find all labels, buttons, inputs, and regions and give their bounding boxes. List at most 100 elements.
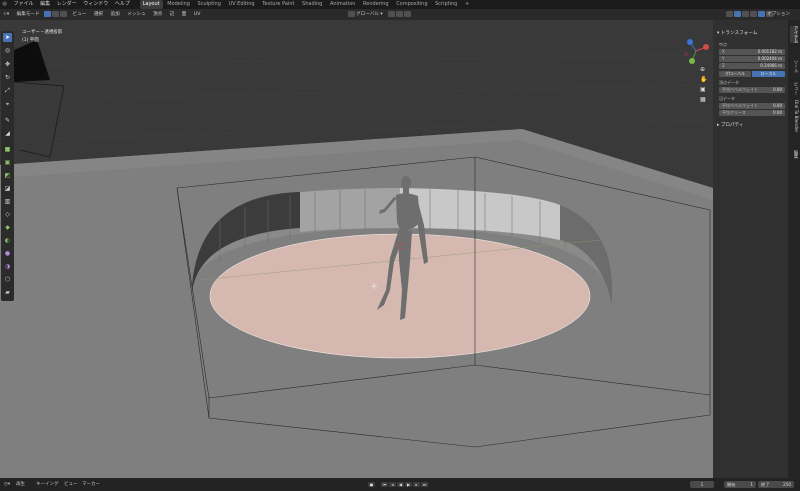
transform-tool-icon[interactable]: ⌖ <box>3 100 12 109</box>
menu-select[interactable]: 選択 <box>91 9 106 20</box>
vertex-select-icon[interactable] <box>44 10 52 17</box>
menu-add[interactable]: 追加 <box>107 9 122 20</box>
end-frame-field[interactable]: 終了 250 <box>758 481 794 488</box>
snap-icon[interactable] <box>396 10 403 17</box>
menu-window[interactable]: ウィンドウ <box>81 0 111 9</box>
current-frame-field[interactable]: 1 <box>690 481 714 488</box>
navigation-gizmo[interactable] <box>682 37 710 65</box>
pivot-snap-group[interactable] <box>388 9 412 20</box>
camera-view-icon[interactable]: ▣ <box>700 86 706 93</box>
transform-orientation-dropdown[interactable]: グローバル ▾ <box>348 9 383 20</box>
scale-tool-icon[interactable]: ⤢ <box>3 86 12 95</box>
view-perspective-label: ユーザー・透視投影 <box>22 30 63 35</box>
proportional-edit-icon[interactable] <box>404 10 411 17</box>
move-tool-icon[interactable]: ✥ <box>3 60 12 69</box>
workspace-tab-shading[interactable]: Shading <box>299 0 325 9</box>
cursor-tool-icon[interactable]: ◎ <box>3 46 12 55</box>
3d-viewport[interactable]: ユーザー・透視投影 (1) 平面 ⊕ ✋ ▣ ▦ <box>0 20 713 478</box>
tab-tool[interactable]: ツール <box>790 60 798 73</box>
properties-panel-header[interactable]: ▸ プロパティ <box>717 122 743 128</box>
start-frame-field[interactable]: 開始 1 <box>724 481 756 488</box>
transform-panel-header[interactable]: ▾ トランスフォーム <box>717 30 757 36</box>
mode-selector[interactable]: 編集モード <box>14 9 43 20</box>
loop-cut-tool-icon[interactable]: ▥ <box>3 197 12 206</box>
jump-key-back-icon[interactable]: ◂ <box>389 482 396 487</box>
add-workspace-button[interactable]: + <box>462 0 472 9</box>
workspace-tab-layout[interactable]: Layout <box>139 0 163 9</box>
tab-item[interactable]: アイテム <box>790 26 798 44</box>
zoom-icon[interactable]: ⊕ <box>700 66 705 73</box>
workspace-tab-texture-paint[interactable]: Texture Paint <box>259 0 297 9</box>
timeline-menu-keying[interactable]: キーイング <box>36 478 59 491</box>
menu-render[interactable]: レンダー <box>54 0 79 9</box>
menu-view[interactable]: ビュー <box>70 9 90 20</box>
select-box-tool-icon[interactable]: ➤ <box>3 33 12 42</box>
record-icon[interactable]: ● <box>368 482 375 487</box>
workspace-tab-uv-editing[interactable]: UV Editing <box>226 0 258 9</box>
menu-edit[interactable]: 編集 <box>38 0 53 9</box>
face-select-icon[interactable] <box>60 10 68 17</box>
workspace-tab-rendering[interactable]: Rendering <box>360 0 392 9</box>
bevel-tool-icon[interactable]: ◪ <box>3 184 12 193</box>
play-icon[interactable]: ▶ <box>405 482 412 487</box>
edge-bevel-weight-field[interactable]: 平均ベベルウェイト 0.00 <box>719 103 785 109</box>
jump-key-forward-icon[interactable]: ▸ <box>413 482 420 487</box>
timeline-menu-marker[interactable]: マーカー <box>82 478 100 491</box>
annotate-tool-icon[interactable]: ✎ <box>3 116 12 125</box>
menu-file[interactable]: ファイル <box>11 0 36 9</box>
jump-end-icon[interactable]: ⏭ <box>421 482 428 487</box>
viewport-header: ⊹▾ 編集モード ビュー 選択 追加 メッシュ 頂点 辺 面 UV グローバル … <box>0 9 800 20</box>
smooth-tool-icon[interactable]: ● <box>3 249 12 258</box>
workspace-tab-scripting[interactable]: Scripting <box>432 0 460 9</box>
menu-help[interactable]: ヘルプ <box>112 0 132 9</box>
local-toggle-button[interactable]: ローカル <box>752 71 785 77</box>
timeline-menu-view[interactable]: ビュー <box>64 478 78 491</box>
edge-crease-field[interactable]: 平均クリース 0.00 <box>719 110 785 116</box>
menu-mesh[interactable]: メッシュ <box>124 9 148 20</box>
editor-type-icon[interactable]: ⊹▾ <box>0 9 12 20</box>
pivot-icon[interactable] <box>388 10 395 17</box>
median-x-field[interactable]: X 0.001182 m <box>719 49 785 55</box>
workspace-tab-animation[interactable]: Animation <box>327 0 359 9</box>
edge-data-label: 辺データ <box>719 96 735 101</box>
median-y-field[interactable]: Y 0.002404 m <box>719 56 785 62</box>
blender-logo-icon[interactable]: ◎ <box>0 0 9 9</box>
solid-shading-icon[interactable] <box>758 10 765 17</box>
workspace-tab-sculpting[interactable]: Sculpting <box>195 0 224 9</box>
edge-slide-tool-icon[interactable]: ◑ <box>3 262 12 271</box>
options-dropdown[interactable]: オプション <box>767 9 790 20</box>
wireframe-shading-icon[interactable] <box>750 10 757 17</box>
inset-tool-icon[interactable]: ◩ <box>3 171 12 180</box>
measure-tool-icon[interactable]: ◢ <box>3 129 12 138</box>
tab-edit[interactable]: 編集 <box>790 150 798 159</box>
knife-tool-icon[interactable]: ◇ <box>3 210 12 219</box>
menu-vertex[interactable]: 頂点 <box>150 9 165 20</box>
overlays-icon[interactable] <box>734 10 741 17</box>
tab-view[interactable]: ビュー <box>790 82 798 95</box>
global-toggle-button[interactable]: グローバル <box>719 71 751 77</box>
pan-hand-icon[interactable]: ✋ <box>700 76 707 83</box>
poly-build-tool-icon[interactable]: ◆ <box>3 223 12 232</box>
menu-uv[interactable]: UV <box>191 9 204 20</box>
xray-icon[interactable] <box>742 10 749 17</box>
edge-select-icon[interactable] <box>52 10 60 17</box>
median-z-field[interactable]: Z 0.24966 m <box>719 63 785 69</box>
jump-start-icon[interactable]: ⏮ <box>381 482 388 487</box>
workspace-tab-compositing[interactable]: Compositing <box>393 0 430 9</box>
shear-tool-icon[interactable]: ▰ <box>3 288 12 297</box>
vertex-bevel-weight-field[interactable]: 平均ベベルウェイト 0.00 <box>719 87 785 93</box>
rotate-tool-icon[interactable]: ↻ <box>3 73 12 82</box>
visibility-icon[interactable] <box>726 10 733 17</box>
menu-face[interactable]: 面 <box>179 9 190 20</box>
play-reverse-icon[interactable]: ◀ <box>397 482 404 487</box>
add-cube-tool-icon[interactable]: ■ <box>3 145 12 154</box>
timeline-menu-playback[interactable]: 再生 <box>16 478 25 491</box>
menu-edge[interactable]: 辺 <box>167 9 178 20</box>
spin-tool-icon[interactable]: ◐ <box>3 236 12 245</box>
ortho-toggle-icon[interactable]: ▦ <box>700 96 706 103</box>
workspace-tab-modeling[interactable]: Modeling <box>164 0 193 9</box>
extrude-tool-icon[interactable]: ▣ <box>3 158 12 167</box>
timeline-editor-icon[interactable]: ◷▾ <box>4 478 10 491</box>
shrink-fatten-tool-icon[interactable]: ⬡ <box>3 275 12 284</box>
tab-addon[interactable]: Dial To Blender <box>790 100 798 132</box>
